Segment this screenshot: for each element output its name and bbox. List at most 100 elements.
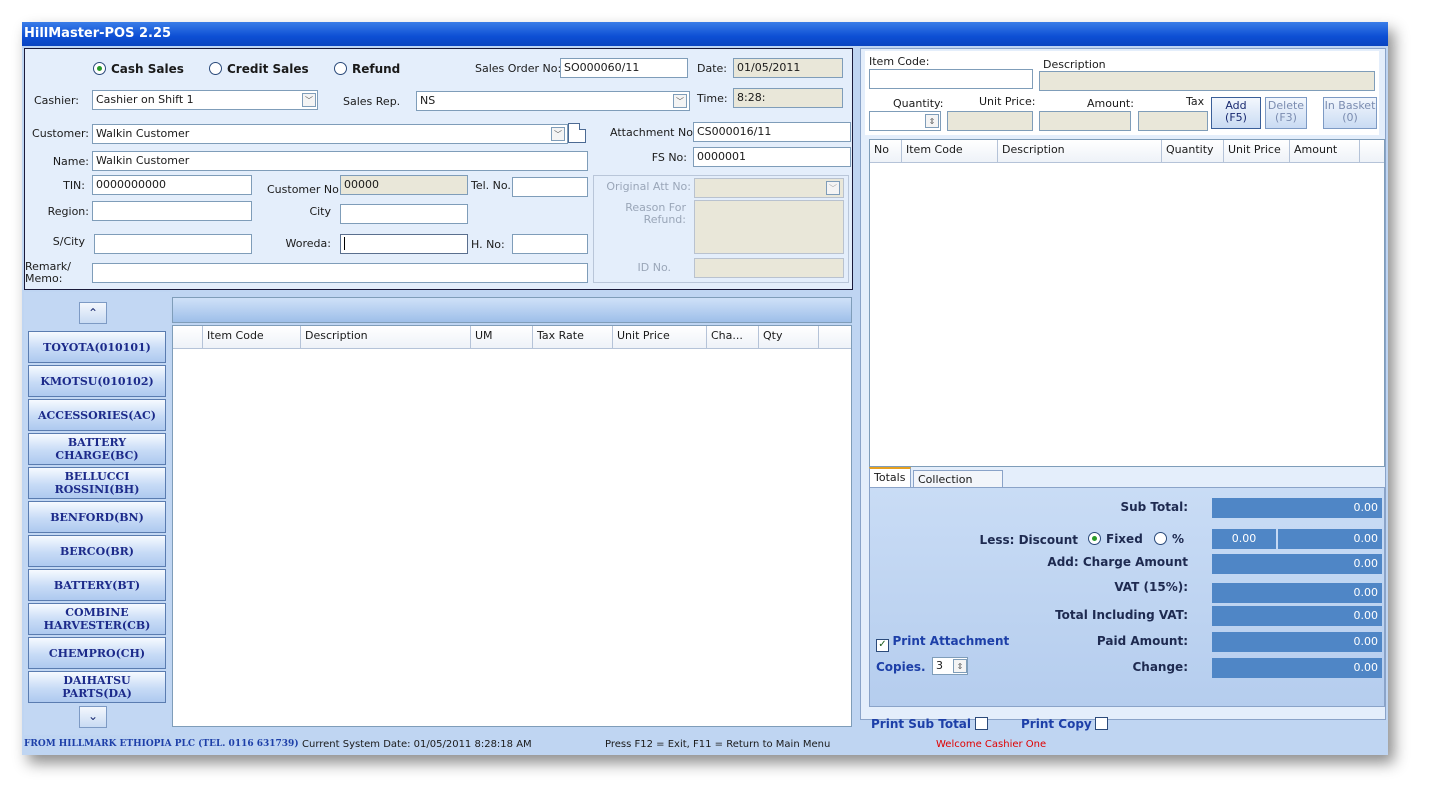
customer-new-icon[interactable] <box>568 123 586 143</box>
in-basket-button[interactable]: In Basket (0) <box>1323 97 1377 129</box>
items-column-header[interactable] <box>173 326 203 348</box>
category-button[interactable]: BENFORD(BN) <box>28 501 166 533</box>
add-button[interactable]: Add (F5) <box>1211 97 1261 129</box>
woreda-field[interactable] <box>340 234 468 254</box>
category-button[interactable]: CHEMPRO(CH) <box>28 637 166 669</box>
attachment-field[interactable]: CS000016/11 <box>693 122 851 142</box>
sales-rep-dropdown-icon[interactable]: ﹀ <box>673 94 687 108</box>
category-button[interactable]: COMBINE HARVESTER(CB) <box>28 603 166 635</box>
item-code-field[interactable] <box>869 69 1033 89</box>
totals-panel: Sub Total: 0.00 Less: Discount Fixed % 0… <box>869 487 1385 707</box>
scity-field[interactable] <box>94 234 252 254</box>
scroll-down-button[interactable]: ⌄ <box>79 706 107 728</box>
items-grid-header: Item Code Description UM Tax Rate Unit Price… <box>173 326 851 349</box>
category-label: BATTERY(BT) <box>54 579 140 592</box>
category-button[interactable]: DAIHATSU PARTS(DA) <box>28 671 166 703</box>
items-column-header[interactable]: Cha... <box>707 326 759 348</box>
cash-sales-label: Cash Sales <box>111 62 184 76</box>
basket-column-header[interactable]: Amount <box>1290 140 1360 162</box>
paid-label: Paid Amount: <box>1096 634 1188 648</box>
print-sub-total-option[interactable]: Print Sub Total <box>871 717 988 731</box>
region-field[interactable] <box>92 201 252 221</box>
basket-column-header[interactable]: Quantity <box>1162 140 1224 162</box>
category-button[interactable]: TOYOTA(010101) <box>28 331 166 363</box>
category-label-line1: CHEMPRO(CH) <box>48 646 146 660</box>
category-label: BENFORD(BN) <box>50 511 144 524</box>
category-button[interactable]: BERCO(BR) <box>28 535 166 567</box>
basket-column-header[interactable]: Unit Price <box>1224 140 1290 162</box>
tab-collection-details[interactable]: Collection Details <box>913 470 1003 499</box>
fixed-radio[interactable] <box>1088 532 1101 545</box>
sale-type-refund[interactable]: Refund <box>334 62 400 76</box>
quantity-spinner-icon[interactable]: ⇕ <box>925 114 939 128</box>
print-copy-option[interactable]: Print Copy <box>1021 717 1109 731</box>
refund-radio[interactable] <box>334 62 347 75</box>
tab-totals[interactable]: Totals <box>869 467 911 487</box>
discount-fixed-option[interactable]: Fixed <box>1088 532 1143 546</box>
tax-label: Tax <box>1186 95 1205 108</box>
key-help: Press F12 = Exit, F11 = Return to Main M… <box>605 739 831 750</box>
delete-button[interactable]: Delete (F3) <box>1265 97 1307 129</box>
print-copy-checkbox[interactable] <box>1095 717 1109 730</box>
items-grid[interactable]: Item Code Description UM Tax Rate Unit Price… <box>172 325 852 727</box>
print-attachment-option[interactable]: ✓ Print Attachment <box>876 634 1009 652</box>
vat-value: 0.00 <box>1212 583 1382 603</box>
category-button[interactable]: BELLUCCI ROSSINI(BH) <box>28 467 166 499</box>
category-label: ACCESSORIES(AC) <box>38 409 156 422</box>
items-column-header[interactable]: Unit Price <box>613 326 707 348</box>
basket-column-header[interactable]: Description <box>998 140 1162 162</box>
items-column-header[interactable]: Qty <box>759 326 819 348</box>
credit-radio[interactable] <box>209 62 222 75</box>
customer-value: Walkin Customer <box>96 127 190 140</box>
category-button[interactable]: ACCESSORIES(AC) <box>28 399 166 431</box>
date-field: 01/05/2011 <box>733 58 843 78</box>
category-label-line2: CHARGE(BC) <box>55 449 139 462</box>
cashier-select[interactable]: Cashier on Shift 1 <box>92 90 318 110</box>
fs-no-field[interactable]: 0000001 <box>693 147 851 167</box>
tel-field[interactable] <box>512 177 588 197</box>
category-label-line2: ROSSINI(BH) <box>54 483 140 496</box>
copies-spinner-icon[interactable]: ⇕ <box>953 659 967 673</box>
sale-type-credit[interactable]: Credit Sales <box>209 62 309 76</box>
remark-field[interactable] <box>92 263 588 283</box>
charge-label: Add: Charge Amount <box>1047 555 1188 569</box>
cashier-dropdown-icon[interactable]: ﹀ <box>302 93 316 107</box>
percent-radio[interactable] <box>1154 532 1167 545</box>
scroll-up-button[interactable]: ⌃ <box>79 302 107 324</box>
basket-column-header[interactable]: No <box>870 140 902 162</box>
basket-grid[interactable]: No Item Code Description Quantity Unit Price… <box>869 139 1385 467</box>
category-button[interactable]: BATTERY(BT) <box>28 569 166 601</box>
region-label: Region: <box>47 205 89 218</box>
customer-dropdown-icon[interactable]: ﹀ <box>551 127 565 141</box>
customer-select[interactable]: Walkin Customer <box>92 124 568 144</box>
sales-order-field[interactable]: SO000060/11 <box>560 58 688 78</box>
items-column-header[interactable]: UM <box>471 326 533 348</box>
category-button[interactable]: KMOTSU(010102) <box>28 365 166 397</box>
welcome-message: Welcome Cashier One <box>936 739 1047 750</box>
tel-label: Tel. No. <box>471 179 511 192</box>
items-column-header[interactable]: Item Code <box>203 326 301 348</box>
sales-rep-select[interactable]: NS <box>416 91 690 111</box>
items-column-header[interactable]: Description <box>301 326 471 348</box>
city-field[interactable] <box>340 204 468 224</box>
hno-field[interactable] <box>512 234 588 254</box>
name-field[interactable]: Walkin Customer <box>92 151 588 171</box>
text-cursor <box>344 237 345 250</box>
category-label: DAIHATSU PARTS(DA) <box>62 674 132 700</box>
charge-value: 0.00 <box>1212 554 1382 574</box>
hno-label: H. No: <box>471 238 505 251</box>
print-attachment-checkbox[interactable]: ✓ <box>876 639 889 652</box>
cash-radio[interactable] <box>93 62 106 75</box>
items-column-header[interactable]: Tax Rate <box>533 326 613 348</box>
vat-label: VAT (15%): <box>1114 580 1188 594</box>
add-key: (F5) <box>1225 111 1247 124</box>
discount-input[interactable]: 0.00 <box>1212 529 1276 549</box>
quantity-label: Quantity: <box>893 97 944 110</box>
category-button[interactable]: BATTERY CHARGE(BC) <box>28 433 166 465</box>
sale-type-cash[interactable]: Cash Sales <box>93 62 184 76</box>
basket-column-header[interactable]: Item Code <box>902 140 998 162</box>
discount-percent-option[interactable]: % <box>1154 532 1184 546</box>
print-sub-total-checkbox[interactable] <box>974 717 988 730</box>
category-label-line1: TOYOTA(010101) <box>43 340 151 354</box>
tin-field[interactable]: 0000000000 <box>92 175 252 195</box>
